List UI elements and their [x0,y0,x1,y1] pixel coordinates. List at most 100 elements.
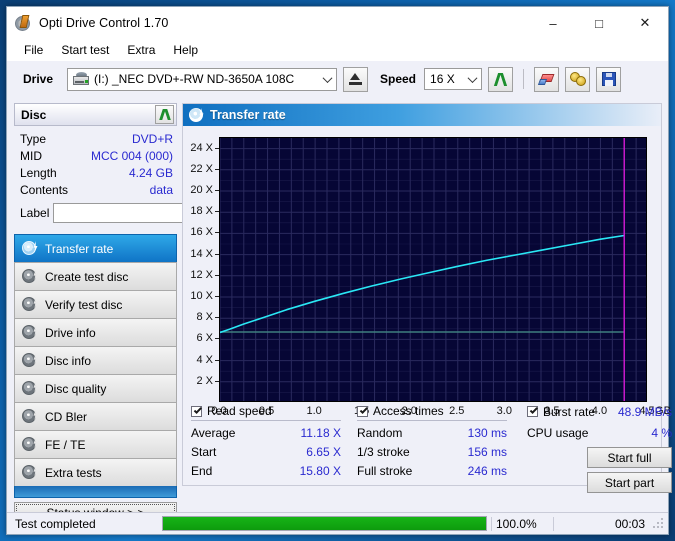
transfer-rate-icon [22,241,38,256]
settings-button[interactable] [565,66,591,92]
menu-help[interactable]: Help [164,41,207,59]
save-button[interactable] [596,66,622,92]
start-label: Start [191,445,217,459]
disc-info-row-length: Length 4.24 GB [20,165,173,182]
burst-rate-header: Burst rate 48.9 MB/s [527,404,672,421]
refresh-icon [493,72,508,87]
sidebar-item-drive-info[interactable]: Drive info [14,318,177,346]
y-axis-tick: 18 X [190,205,213,218]
start-part-button[interactable]: Start part [587,472,672,493]
sidebar-item-label: Drive info [45,325,96,340]
disc-contents-label: Contents [20,183,69,197]
sidebar-item-cd-bler[interactable]: CD Bler [14,402,177,430]
sidebar-item-label: Disc info [45,353,92,368]
refresh-button[interactable] [488,66,514,92]
sidebar-item-create-test-disc[interactable]: Create test disc [14,262,177,290]
minimize-button[interactable]: – [530,7,576,39]
sidebar-item-disc-quality[interactable]: Disc quality [14,374,177,402]
close-button[interactable]: ✕ [622,7,668,39]
menu-extra[interactable]: Extra [118,41,164,59]
read-speed-header: Read speed [191,404,341,421]
save-icon [601,72,616,86]
sidebar-item-label: Disc quality [45,381,107,396]
full-stroke-label: Full stroke [357,464,413,478]
app-disc-icon [15,14,32,32]
gears-icon [569,72,586,86]
full-stroke-value: 246 ms [467,464,507,478]
sidebar-item-fe-te[interactable]: FE / TE [14,430,177,458]
eject-button[interactable] [343,66,368,92]
chart-y-axis: 2 X 4 X 6 X 8 X 10 X 12 X 14 X 16 X 18 X 20 X 22 X… [183,137,219,402]
verify-disc-icon [22,297,38,312]
maximize-button[interactable]: □ [576,7,622,39]
chart-plot-area[interactable] [219,137,647,402]
access-times-header: Access times [357,404,507,421]
start-value: 6.65 X [306,445,341,459]
drive-select[interactable]: (I:) _NEC DVD+-RW ND-3650A 108C [67,67,337,91]
menu-file[interactable]: File [15,41,52,59]
read-speed-title: Read speed [207,404,272,418]
disc-quality-icon [22,381,38,396]
cpu-usage-value: 4 % [651,426,672,440]
stat-row-cpu-usage: CPU usage 4 % [527,424,672,443]
sidebar-item-disc-info[interactable]: Disc info [14,346,177,374]
access-times-checkbox[interactable] [357,405,368,417]
y-axis-tick: 12 X [190,268,213,281]
random-value: 130 ms [467,426,507,440]
burst-rate-checkbox[interactable] [527,406,538,417]
sidebar-item-label: CD Bler [45,409,88,424]
disc-mid-value: MCC 004 (000) [90,149,173,163]
fe-te-icon [22,437,38,452]
disc-info-row-type: Type DVD+R [20,131,173,148]
sidebar-item-extra-tests[interactable]: Extra tests [14,458,177,486]
speed-select[interactable]: 16 X [424,68,483,90]
y-axis-tick: 6 X [196,332,213,345]
disc-refresh-button[interactable] [155,105,174,124]
elapsed-time: 00:03 [553,516,653,531]
optical-drive-icon [73,72,89,86]
end-value: 15.80 X [299,464,341,478]
window-title: Opti Drive Control 1.70 [39,16,169,30]
sidebar-item-verify-test-disc[interactable]: Verify test disc [14,290,177,318]
sidebar-item-label: Create test disc [45,269,129,284]
disc-length-value: 4.24 GB [128,166,173,180]
menu-start-test[interactable]: Start test [52,41,118,59]
third-stroke-label: 1/3 stroke [357,445,410,459]
statistics-area: Read speed Average 11.18 X Start 6.65 X … [189,404,672,493]
sidebar-item-transfer-rate[interactable]: Transfer rate [14,234,177,262]
y-axis-tick: 20 X [190,184,213,196]
right-panel: Transfer rate Read speed RPM 2 X4 X6 X8 … [182,103,672,493]
progress-percent: 100.0% [491,516,553,531]
erase-disc-button[interactable] [534,66,560,92]
title-bar: Opti Drive Control 1.70 – □ ✕ [7,7,668,39]
burst-rate-title: Burst rate [543,404,596,419]
progress-bar-fill [163,517,486,530]
y-axis-tick: 10 X [190,290,213,302]
stat-row-average: Average 11.18 X [191,424,341,443]
client-area: Drive (I:) _NEC DVD+-RW ND-3650A 108C Sp… [7,61,672,534]
stat-row-start: Start 6.65 X [191,443,341,462]
disc-length-label: Length [20,166,57,180]
status-text: Test completed [15,516,96,531]
drive-label: Drive [23,72,54,86]
start-full-button[interactable]: Start full [587,447,672,468]
disc-type-value: DVD+R [131,132,173,146]
end-label: End [191,464,213,478]
y-axis-tick: 4 X [196,353,213,366]
refresh-icon [158,108,171,121]
disc-label-row: Label [20,203,238,223]
stats-burst-rate: Burst rate 48.9 MB/s CPU usage 4 % Start… [527,404,672,493]
y-axis-tick: 2 X [196,374,213,387]
chart-panel-header: Transfer rate [183,104,661,126]
progress-bar [162,516,487,531]
stat-row-full-stroke: Full stroke 246 ms [357,462,507,481]
stats-access-times: Access times Random 130 ms 1/3 stroke 15… [357,404,507,481]
stat-row-random: Random 130 ms [357,424,507,443]
read-speed-checkbox[interactable] [191,405,202,417]
drive-info-icon [22,325,38,340]
resize-grip-icon[interactable] [653,517,665,530]
sidebar-item-label: Transfer rate [45,241,114,256]
cpu-usage-label: CPU usage [527,426,589,440]
menu-bar: File Start test Extra Help [7,39,668,61]
average-label: Average [191,426,236,440]
